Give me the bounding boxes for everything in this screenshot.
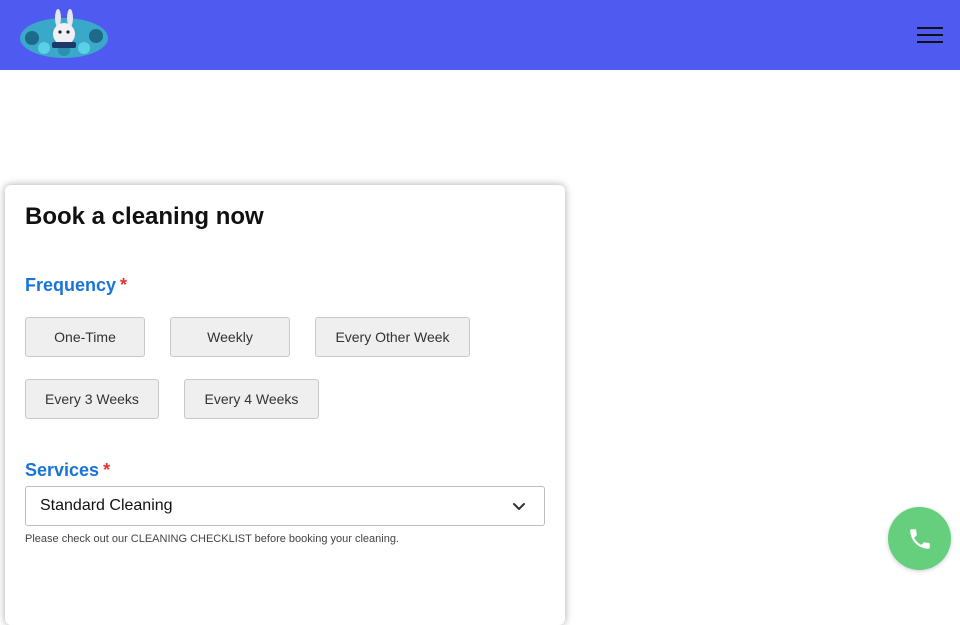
frequency-every-other-week-button[interactable]: Every Other Week bbox=[315, 317, 470, 357]
frequency-one-time-button[interactable]: One-Time bbox=[25, 317, 145, 357]
required-mark: * bbox=[103, 460, 111, 480]
services-selected-value: Standard Cleaning bbox=[40, 497, 173, 514]
services-select[interactable]: Standard Cleaning bbox=[25, 486, 545, 526]
rabbit-mascot-logo-icon bbox=[20, 9, 108, 58]
call-button[interactable] bbox=[888, 507, 951, 570]
services-label: Services * bbox=[25, 460, 110, 481]
menu-button[interactable] bbox=[912, 22, 948, 48]
required-mark: * bbox=[120, 275, 128, 295]
booking-title: Book a cleaning now bbox=[25, 203, 264, 230]
frequency-every-3-weeks-button[interactable]: Every 3 Weeks bbox=[25, 379, 159, 419]
frequency-label: Frequency * bbox=[25, 275, 127, 296]
hamburger-menu-icon bbox=[917, 34, 943, 36]
booking-form-card: Book a cleaning now Frequency * One-Time … bbox=[5, 185, 565, 625]
top-navbar bbox=[0, 0, 960, 70]
phone-icon bbox=[909, 528, 930, 549]
checklist-note: Please check out our CLEANING CHECKLIST … bbox=[25, 533, 399, 545]
frequency-label-text: Frequency bbox=[25, 275, 117, 295]
frequency-every-4-weeks-button[interactable]: Every 4 Weeks bbox=[184, 379, 319, 419]
hamburger-menu-icon bbox=[917, 41, 943, 43]
logo[interactable] bbox=[14, 8, 114, 62]
chevron-down-icon bbox=[513, 503, 525, 510]
hamburger-menu-icon bbox=[917, 27, 943, 29]
frequency-weekly-button[interactable]: Weekly bbox=[170, 317, 290, 357]
services-label-text: Services bbox=[25, 460, 100, 480]
